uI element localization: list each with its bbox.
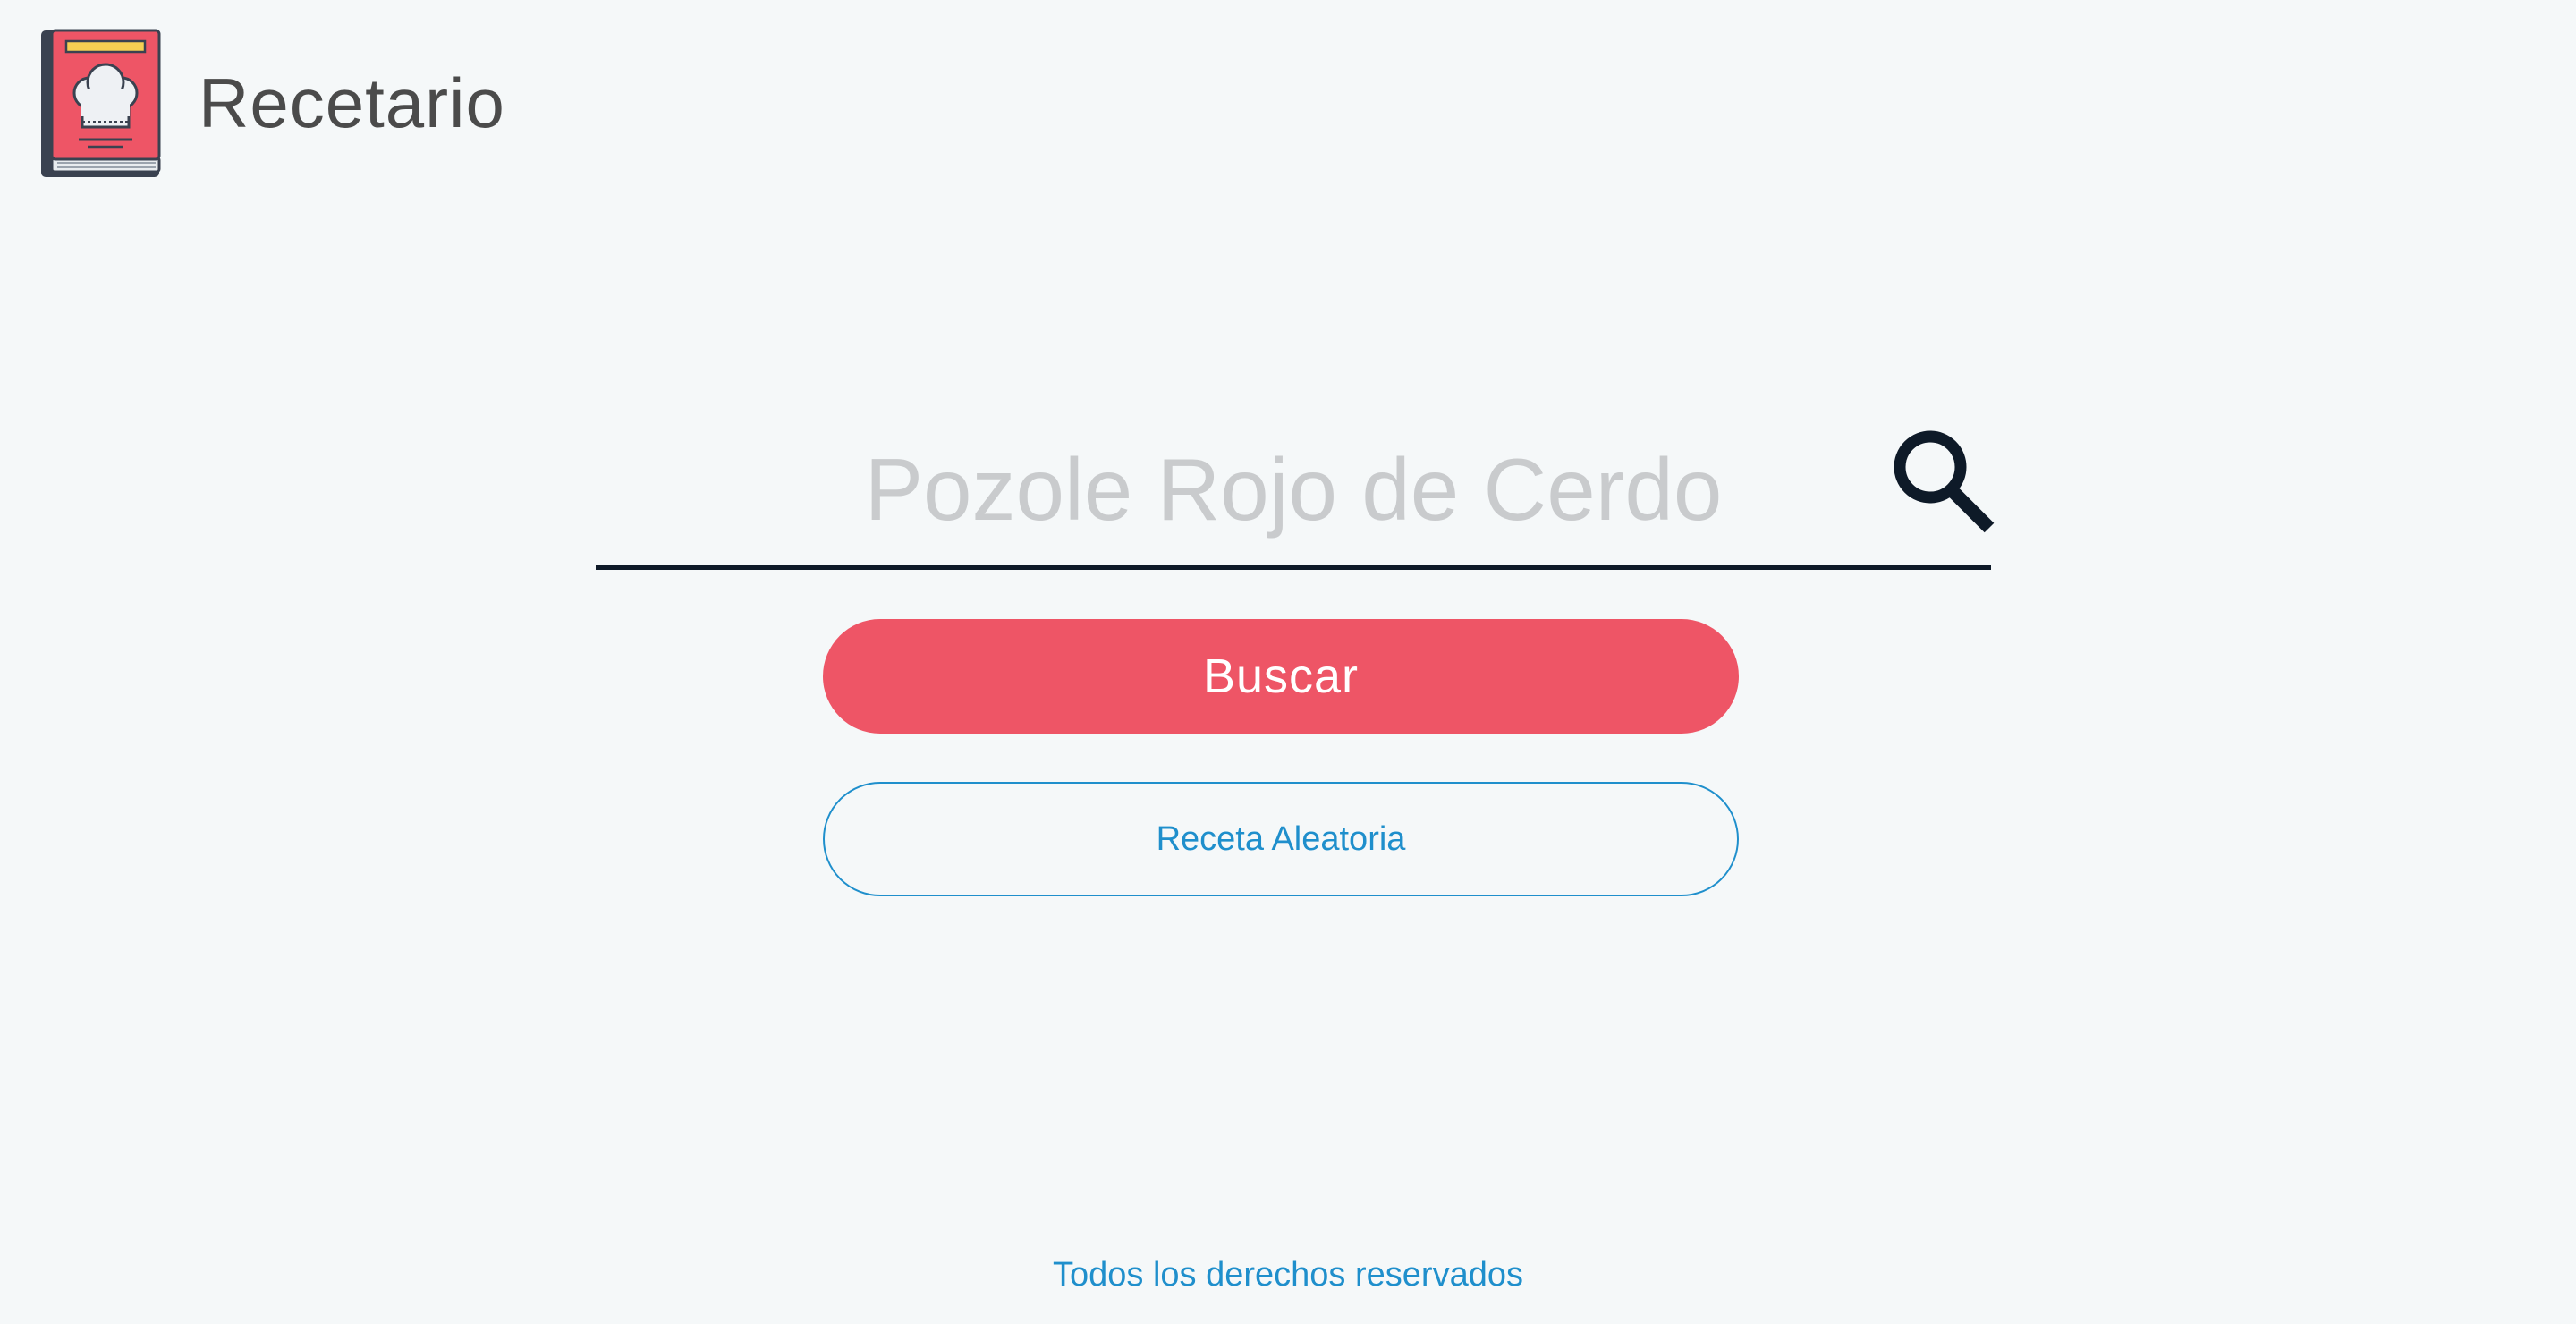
- search-input[interactable]: [596, 412, 1991, 567]
- search-button[interactable]: Buscar: [823, 619, 1739, 734]
- page: Recetario Buscar Receta Aleatoria Todos …: [0, 0, 2576, 1324]
- search-bar: [596, 412, 1995, 571]
- footer-copyright: Todos los derechos reservados: [1053, 1256, 1523, 1294]
- app-title: Recetario: [199, 63, 505, 142]
- app-header: Recetario: [39, 27, 505, 179]
- random-recipe-button[interactable]: Receta Aleatoria: [823, 782, 1739, 896]
- search-icon[interactable]: [1891, 428, 1995, 535]
- search-underline: [596, 565, 1991, 570]
- cookbook-logo-icon: [41, 29, 161, 177]
